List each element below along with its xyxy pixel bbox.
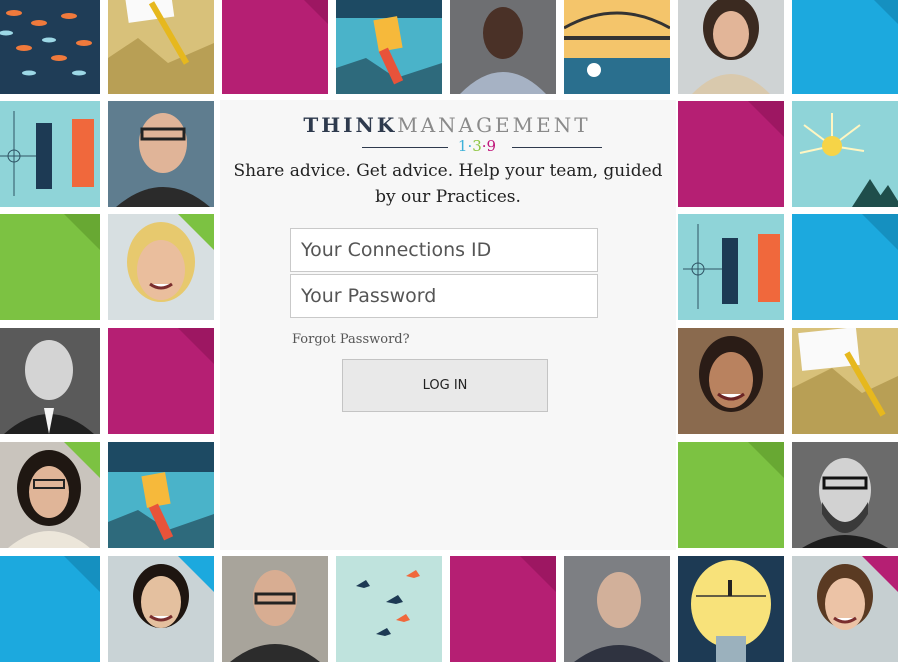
logo-number: 1·3·9 (442, 137, 512, 155)
tile-photo-woman-portrait (108, 556, 214, 662)
tile-photo-woman-portrait (792, 556, 898, 662)
tile-photo-man-glasses-portrait (108, 101, 214, 207)
tile-photo-paintbrush (336, 0, 442, 94)
tagline: Share advice. Get advice. Help your team… (233, 161, 663, 207)
logo-digit-three: 3 (472, 137, 482, 155)
tile-color-block (0, 556, 100, 662)
password-input[interactable] (290, 274, 598, 318)
tile-photo-man-portrait (450, 0, 556, 94)
tile-photo-man-bw-portrait (0, 328, 100, 434)
login-button[interactable]: LOG IN (342, 359, 548, 412)
tile-color-block (678, 101, 784, 207)
logo-word-management: MANAGEMENT (397, 113, 591, 137)
brand-logo: THINKMANAGEMENT 1·3·9 (292, 114, 602, 156)
tile-color-block (678, 442, 784, 548)
tile-photo-lightbulb-tightrope (678, 556, 784, 662)
logo-digit-nine: 9 (486, 137, 497, 155)
tile-photo-woman-glasses-portrait (0, 442, 100, 548)
logo-rule-left (362, 147, 448, 148)
tile-color-block (450, 556, 556, 662)
tile-photo-paintbrush (108, 442, 214, 548)
tile-color-block (0, 214, 100, 320)
tile-color-block (792, 214, 898, 320)
tile-photo-fish-school (0, 0, 100, 94)
tile-color-block (792, 0, 898, 94)
logo-wordmark: THINKMANAGEMENT (292, 114, 602, 136)
tile-photo-man-portrait (564, 556, 670, 662)
tile-photo-bridge-illustration (564, 0, 670, 94)
tile-photo-birds-flying (336, 556, 442, 662)
tile-color-block (222, 0, 328, 94)
tile-color-block (108, 328, 214, 434)
tile-photo-woman-portrait (678, 328, 784, 434)
forgot-password-link[interactable]: Forgot Password? (292, 332, 410, 347)
logo-word-think: THINK (303, 113, 398, 137)
tile-photo-man-bearded-portrait (792, 442, 898, 548)
tile-photo-man-glasses-portrait (222, 556, 328, 662)
tile-photo-woman-smiling-portrait (108, 214, 214, 320)
tile-photo-paper-pencil (108, 0, 214, 94)
logo-rule-right (512, 147, 602, 148)
login-panel: THINKMANAGEMENT 1·3·9 Share advice. Get … (220, 100, 676, 550)
tile-photo-blueprint (0, 101, 100, 207)
logo-digit-one: 1 (457, 137, 468, 155)
tile-photo-paper-pencil (792, 328, 898, 434)
connections-id-input[interactable] (290, 228, 598, 272)
tile-photo-woman-portrait (678, 0, 784, 94)
tile-photo-lightbulb-burst (792, 101, 898, 207)
tile-photo-blueprint (678, 214, 784, 320)
